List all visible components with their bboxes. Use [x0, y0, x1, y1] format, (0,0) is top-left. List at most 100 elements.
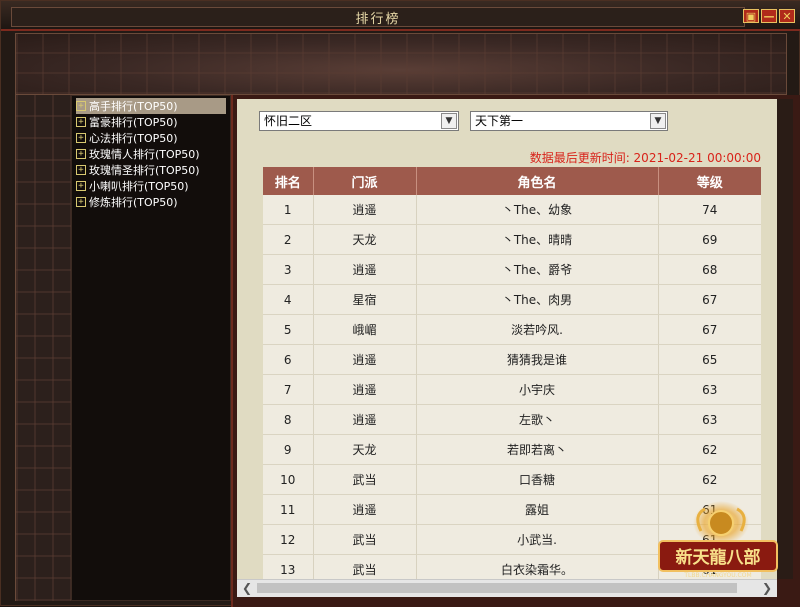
cell-rank: 7	[263, 374, 314, 405]
decorative-side-pattern	[15, 95, 71, 601]
decorative-banner	[15, 33, 787, 95]
game-logo: 新天龍八部 TLBB.CHANGYOU.COM	[653, 501, 783, 579]
scroll-thumb[interactable]	[257, 583, 737, 593]
ranking-category-tree: + 高手排行(TOP50) + 富豪排行(TOP50) + 心法排行(TOP50…	[71, 95, 231, 601]
table-row[interactable]: 3 逍遥 丶The、爵爷 68	[263, 254, 761, 285]
table-row[interactable]: 6 逍遥 猜猜我是谁 65	[263, 344, 761, 375]
window-controls: ▣ — ✕	[743, 9, 795, 23]
column-header-level[interactable]: 等级	[658, 167, 761, 195]
game-logo-graphic: 新天龍八部 TLBB.CHANGYOU.COM	[658, 501, 778, 579]
cell-name: 若即若离丶	[416, 434, 659, 465]
cell-rank: 2	[263, 224, 314, 255]
minimize-icon[interactable]: —	[761, 9, 777, 23]
cell-rank: 1	[263, 195, 314, 225]
update-time-label: 数据最后更新时间: 2021-02-21 00:00:00	[529, 151, 761, 165]
expand-icon[interactable]: +	[76, 133, 86, 143]
tree-item-rose-lover[interactable]: + 玫瑰情人排行(TOP50)	[76, 146, 200, 162]
cell-level: 62	[658, 434, 761, 465]
tree-item-speaker[interactable]: + 小喇叭排行(TOP50)	[76, 178, 189, 194]
tree-item-label: 富豪排行(TOP50)	[89, 116, 178, 129]
cell-rank: 13	[263, 554, 314, 579]
cell-name: 小武当.	[416, 524, 659, 555]
horizontal-scrollbar[interactable]: ❮ ❯	[237, 579, 777, 597]
cell-name: 小宇庆	[416, 374, 659, 405]
table-row[interactable]: 4 星宿 丶The、肉男 67	[263, 284, 761, 315]
close-icon[interactable]: ✕	[779, 9, 795, 23]
cell-sect: 武当	[313, 524, 417, 555]
restore-icon[interactable]: ▣	[743, 9, 759, 23]
cell-sect: 天龙	[313, 224, 417, 255]
tree-item-expert[interactable]: + 高手排行(TOP50)	[76, 98, 226, 114]
chevron-down-icon[interactable]: ▼	[441, 113, 457, 129]
cell-name: 丶The、爵爷	[416, 254, 659, 285]
expand-icon[interactable]: +	[76, 117, 86, 127]
title-plate: 排行榜	[11, 7, 745, 27]
cell-sect: 峨嵋	[313, 314, 417, 345]
cell-sect: 武当	[313, 554, 417, 579]
table-row[interactable]: 7 逍遥 小宇庆 63	[263, 374, 761, 405]
cell-level: 63	[658, 404, 761, 435]
cell-rank: 12	[263, 524, 314, 555]
cell-sect: 逍遥	[313, 254, 417, 285]
cell-level: 68	[658, 254, 761, 285]
cell-level: 74	[658, 195, 761, 225]
cell-rank: 3	[263, 254, 314, 285]
tree-item-xinfa[interactable]: + 心法排行(TOP50)	[76, 130, 178, 146]
cell-rank: 8	[263, 404, 314, 435]
cell-sect: 天龙	[313, 434, 417, 465]
column-header-sect[interactable]: 门派	[313, 167, 417, 195]
tree-item-wealth[interactable]: + 富豪排行(TOP50)	[76, 114, 178, 130]
tree-item-rose-saint[interactable]: + 玫瑰情圣排行(TOP50)	[76, 162, 200, 178]
cell-name: 淡若吟风.	[416, 314, 659, 345]
tree-item-label: 修炼排行(TOP50)	[89, 196, 178, 209]
cell-sect: 逍遥	[313, 195, 417, 225]
cell-name: 露姐	[416, 494, 659, 525]
server-select[interactable]: 怀旧二区 ▼	[259, 111, 459, 131]
column-header-name[interactable]: 角色名	[416, 167, 659, 195]
expand-icon[interactable]: +	[76, 149, 86, 159]
cell-sect: 逍遥	[313, 344, 417, 375]
window-title: 排行榜	[355, 11, 401, 27]
cell-sect: 星宿	[313, 284, 417, 315]
tree-item-label: 小喇叭排行(TOP50)	[89, 180, 189, 193]
cell-level: 65	[658, 344, 761, 375]
logo-text: 新天龍八部	[676, 547, 761, 568]
cell-sect: 武当	[313, 464, 417, 495]
cell-rank: 6	[263, 344, 314, 375]
tree-item-cultivation[interactable]: + 修炼排行(TOP50)	[76, 194, 178, 210]
table-row[interactable]: 8 逍遥 左歌丶 63	[263, 404, 761, 435]
ranking-window: 排行榜 ▣ — ✕ + 高手排行(TOP50) + 富豪排行(TOP50) + …	[0, 0, 800, 607]
tree-item-label: 玫瑰情圣排行(TOP50)	[89, 164, 200, 177]
logo-subtext: TLBB.CHANGYOU.COM	[683, 572, 751, 579]
cell-rank: 10	[263, 464, 314, 495]
scroll-right-icon[interactable]: ❯	[759, 581, 775, 596]
category-select[interactable]: 天下第一 ▼	[470, 111, 668, 131]
table-row[interactable]: 1 逍遥 丶The、幼象 74	[263, 195, 761, 225]
cell-rank: 5	[263, 314, 314, 345]
cell-name: 猜猜我是谁	[416, 344, 659, 375]
expand-icon[interactable]: +	[76, 101, 86, 111]
cell-sect: 逍遥	[313, 374, 417, 405]
cell-level: 62	[658, 464, 761, 495]
cell-name: 丶The、晴晴	[416, 224, 659, 255]
cell-sect: 逍遥	[313, 494, 417, 525]
cell-name: 口香糖	[416, 464, 659, 495]
expand-icon[interactable]: +	[76, 181, 86, 191]
cell-rank: 4	[263, 284, 314, 315]
table-row[interactable]: 2 天龙 丶The、晴晴 69	[263, 224, 761, 255]
table-row[interactable]: 9 天龙 若即若离丶 62	[263, 434, 761, 465]
column-header-rank[interactable]: 排名	[263, 167, 314, 195]
chevron-down-icon[interactable]: ▼	[650, 113, 666, 129]
table-row[interactable]: 10 武当 口香糖 62	[263, 464, 761, 495]
table-row[interactable]: 5 峨嵋 淡若吟风. 67	[263, 314, 761, 345]
scroll-left-icon[interactable]: ❮	[239, 581, 255, 596]
cell-level: 67	[658, 314, 761, 345]
server-select-value: 怀旧二区	[264, 114, 313, 128]
cell-level: 67	[658, 284, 761, 315]
expand-icon[interactable]: +	[76, 165, 86, 175]
cell-name: 白衣染霜华。	[416, 554, 659, 579]
cell-name: 丶The、幼象	[416, 195, 659, 225]
tree-item-label: 高手排行(TOP50)	[89, 100, 178, 113]
title-bar[interactable]: 排行榜 ▣ — ✕	[1, 1, 800, 31]
expand-icon[interactable]: +	[76, 197, 86, 207]
